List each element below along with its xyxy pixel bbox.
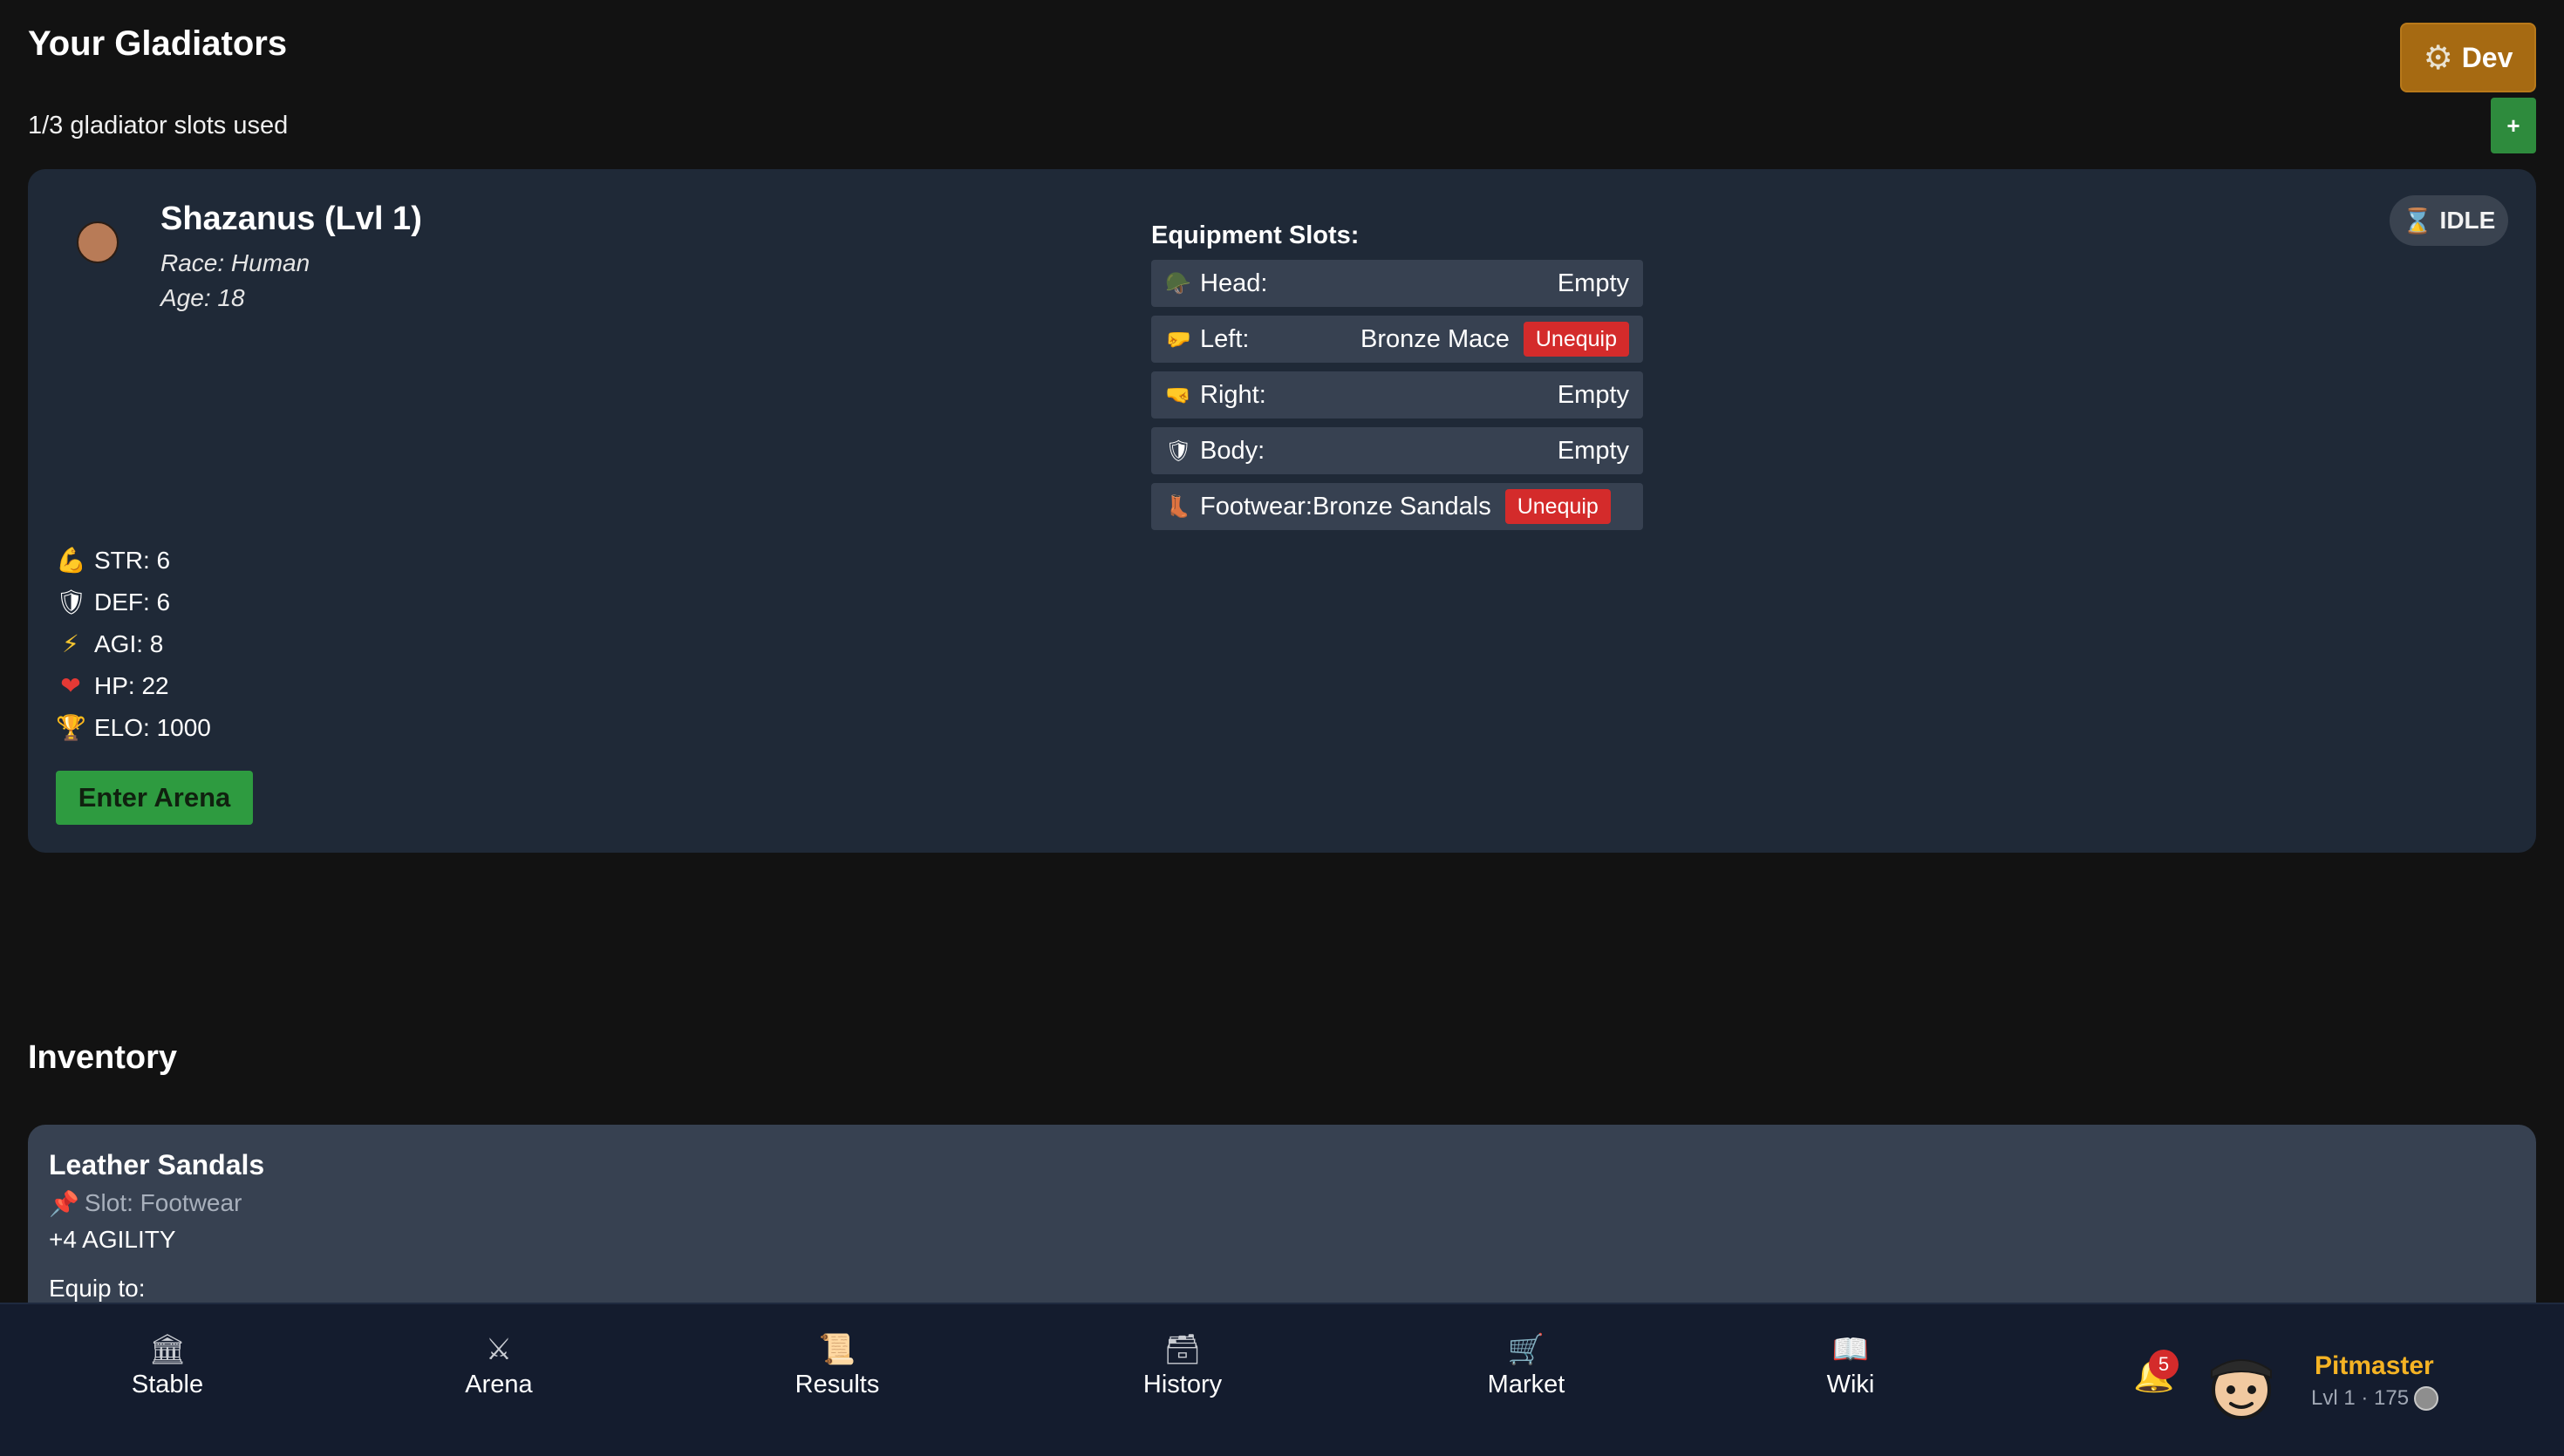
archive-box-icon: 🗃 (1163, 1332, 1202, 1366)
nav-market[interactable]: 🛒 Market (1439, 1322, 1613, 1409)
slot-value: Bronze Sandals (1312, 492, 1491, 520)
cart-icon: 🛒 (1507, 1332, 1545, 1366)
nav-history[interactable]: 🗃 History (1095, 1322, 1270, 1409)
dev-button-label: Dev (2461, 41, 2513, 73)
boot-icon: 👢 (1165, 494, 1191, 519)
stat-text: ELO: 1000 (94, 713, 211, 741)
stat-hp: ❤ HP: 22 (56, 671, 169, 700)
nav-label: Stable (131, 1370, 204, 1398)
stat-text: STR: 6 (94, 546, 171, 574)
unequip-left-button[interactable]: Unequip (1523, 322, 1629, 357)
add-gladiator-button[interactable]: + (2491, 98, 2536, 153)
shield-icon: 🛡 (1165, 439, 1192, 463)
gladiator-race: Race: Human (160, 249, 310, 276)
right-hand-icon: 🤜 (1165, 383, 1191, 407)
helmet-icon: 🪖 (1165, 271, 1191, 296)
equipment-slots-title: Equipment Slots: (1151, 221, 1360, 249)
lightning-icon: ⚡ (62, 630, 79, 657)
stat-text: HP: 22 (94, 671, 169, 699)
notification-badge: 5 (2149, 1350, 2179, 1379)
user-level-coins: Lvl 1 · 175 (2311, 1386, 2410, 1410)
pin-icon: 📌 (49, 1190, 79, 1217)
scroll-icon: 📜 (818, 1332, 856, 1366)
stat-def: 🛡 DEF: 6 (56, 588, 170, 616)
book-icon: 📖 (1831, 1332, 1870, 1366)
item-name: Leather Sandals (49, 1149, 265, 1180)
status-badge-label: IDLE (2439, 207, 2496, 234)
dev-button[interactable]: ⚙ Dev (2400, 23, 2536, 92)
nav-wiki[interactable]: 📖 Wiki (1763, 1322, 1938, 1409)
nav-results[interactable]: 📜 Results (750, 1322, 924, 1409)
gladiator-name: Shazanus (Lvl 1) (160, 201, 422, 237)
stat-agi: ⚡ AGI: 8 (56, 629, 163, 658)
slot-value: Bronze Mace (1360, 324, 1510, 353)
user-avatar[interactable] (2203, 1346, 2280, 1423)
page-title: Your Gladiators (28, 24, 288, 63)
item-slot-text: Slot: Footwear (84, 1189, 242, 1216)
inventory-title: Inventory (28, 1039, 178, 1076)
trophy-icon: 🏆 (56, 714, 86, 741)
stat-text: AGI: 8 (94, 629, 164, 657)
slot-value: Empty (1557, 436, 1629, 465)
stat-str: 💪 STR: 6 (56, 546, 170, 575)
slot-label: Left: (1200, 324, 1250, 353)
item-slot: 📌 Slot: Footwear (49, 1189, 242, 1218)
equipment-slot-body: 🛡 Body: Empty (1151, 427, 1643, 474)
nav-label: Results (794, 1370, 880, 1398)
temple-icon: 🏛 (148, 1332, 187, 1366)
nav-stable[interactable]: 🏛 Stable (80, 1322, 255, 1409)
enter-arena-button[interactable]: Enter Arena (56, 771, 253, 825)
hourglass-icon: ⌛ (2402, 207, 2433, 235)
slot-label: Body: (1200, 436, 1265, 465)
muscle-icon: 💪 (56, 547, 86, 574)
equipment-slot-head: 🪖 Head: Empty (1151, 260, 1643, 307)
nav-label: Wiki (1826, 1370, 1875, 1398)
equipment-slot-footwear: 👢 Footwear: Bronze Sandals Unequip (1151, 483, 1643, 530)
stat-elo: 🏆 ELO: 1000 (56, 713, 211, 742)
gladiator-avatar (77, 221, 119, 263)
stat-text: DEF: 6 (94, 588, 171, 616)
shield-icon: 🛡 (56, 589, 87, 616)
coin-icon (2414, 1386, 2439, 1411)
crossed-swords-icon: ⚔ (485, 1332, 513, 1366)
gladiator-age: Age: 18 (160, 284, 245, 311)
user-meta: Lvl 1 · 175 (2311, 1386, 2439, 1411)
nav-label: Market (1487, 1370, 1565, 1398)
slot-label: Head: (1200, 269, 1268, 297)
item-bonus: +4 AGILITY (49, 1226, 176, 1253)
slot-value: Empty (1557, 380, 1629, 409)
username: Pitmaster (2315, 1351, 2434, 1380)
unequip-footwear-button[interactable]: Unequip (1504, 489, 1611, 524)
gear-icon: ⚙ (2423, 39, 2453, 77)
nav-label: Arena (465, 1370, 533, 1398)
slot-value: Empty (1557, 269, 1629, 297)
slot-label: Footwear: (1200, 492, 1313, 520)
nav-label: History (1142, 1370, 1223, 1398)
slot-label: Right: (1200, 380, 1266, 409)
heart-icon: ❤ (60, 672, 81, 699)
left-hand-icon: 🤛 (1165, 327, 1191, 351)
status-badge: ⌛ IDLE (2390, 195, 2508, 246)
nav-arena[interactable]: ⚔ Arena (412, 1322, 586, 1409)
item-equip-label: Equip to: (49, 1275, 146, 1302)
gladiator-slots-text: 1/3 gladiator slots used (28, 112, 289, 139)
equipment-slot-left: 🤛 Left: Bronze Mace Unequip (1151, 316, 1643, 363)
equipment-slot-right: 🤜 Right: Empty (1151, 371, 1643, 418)
bottom-nav (0, 1303, 2564, 1456)
